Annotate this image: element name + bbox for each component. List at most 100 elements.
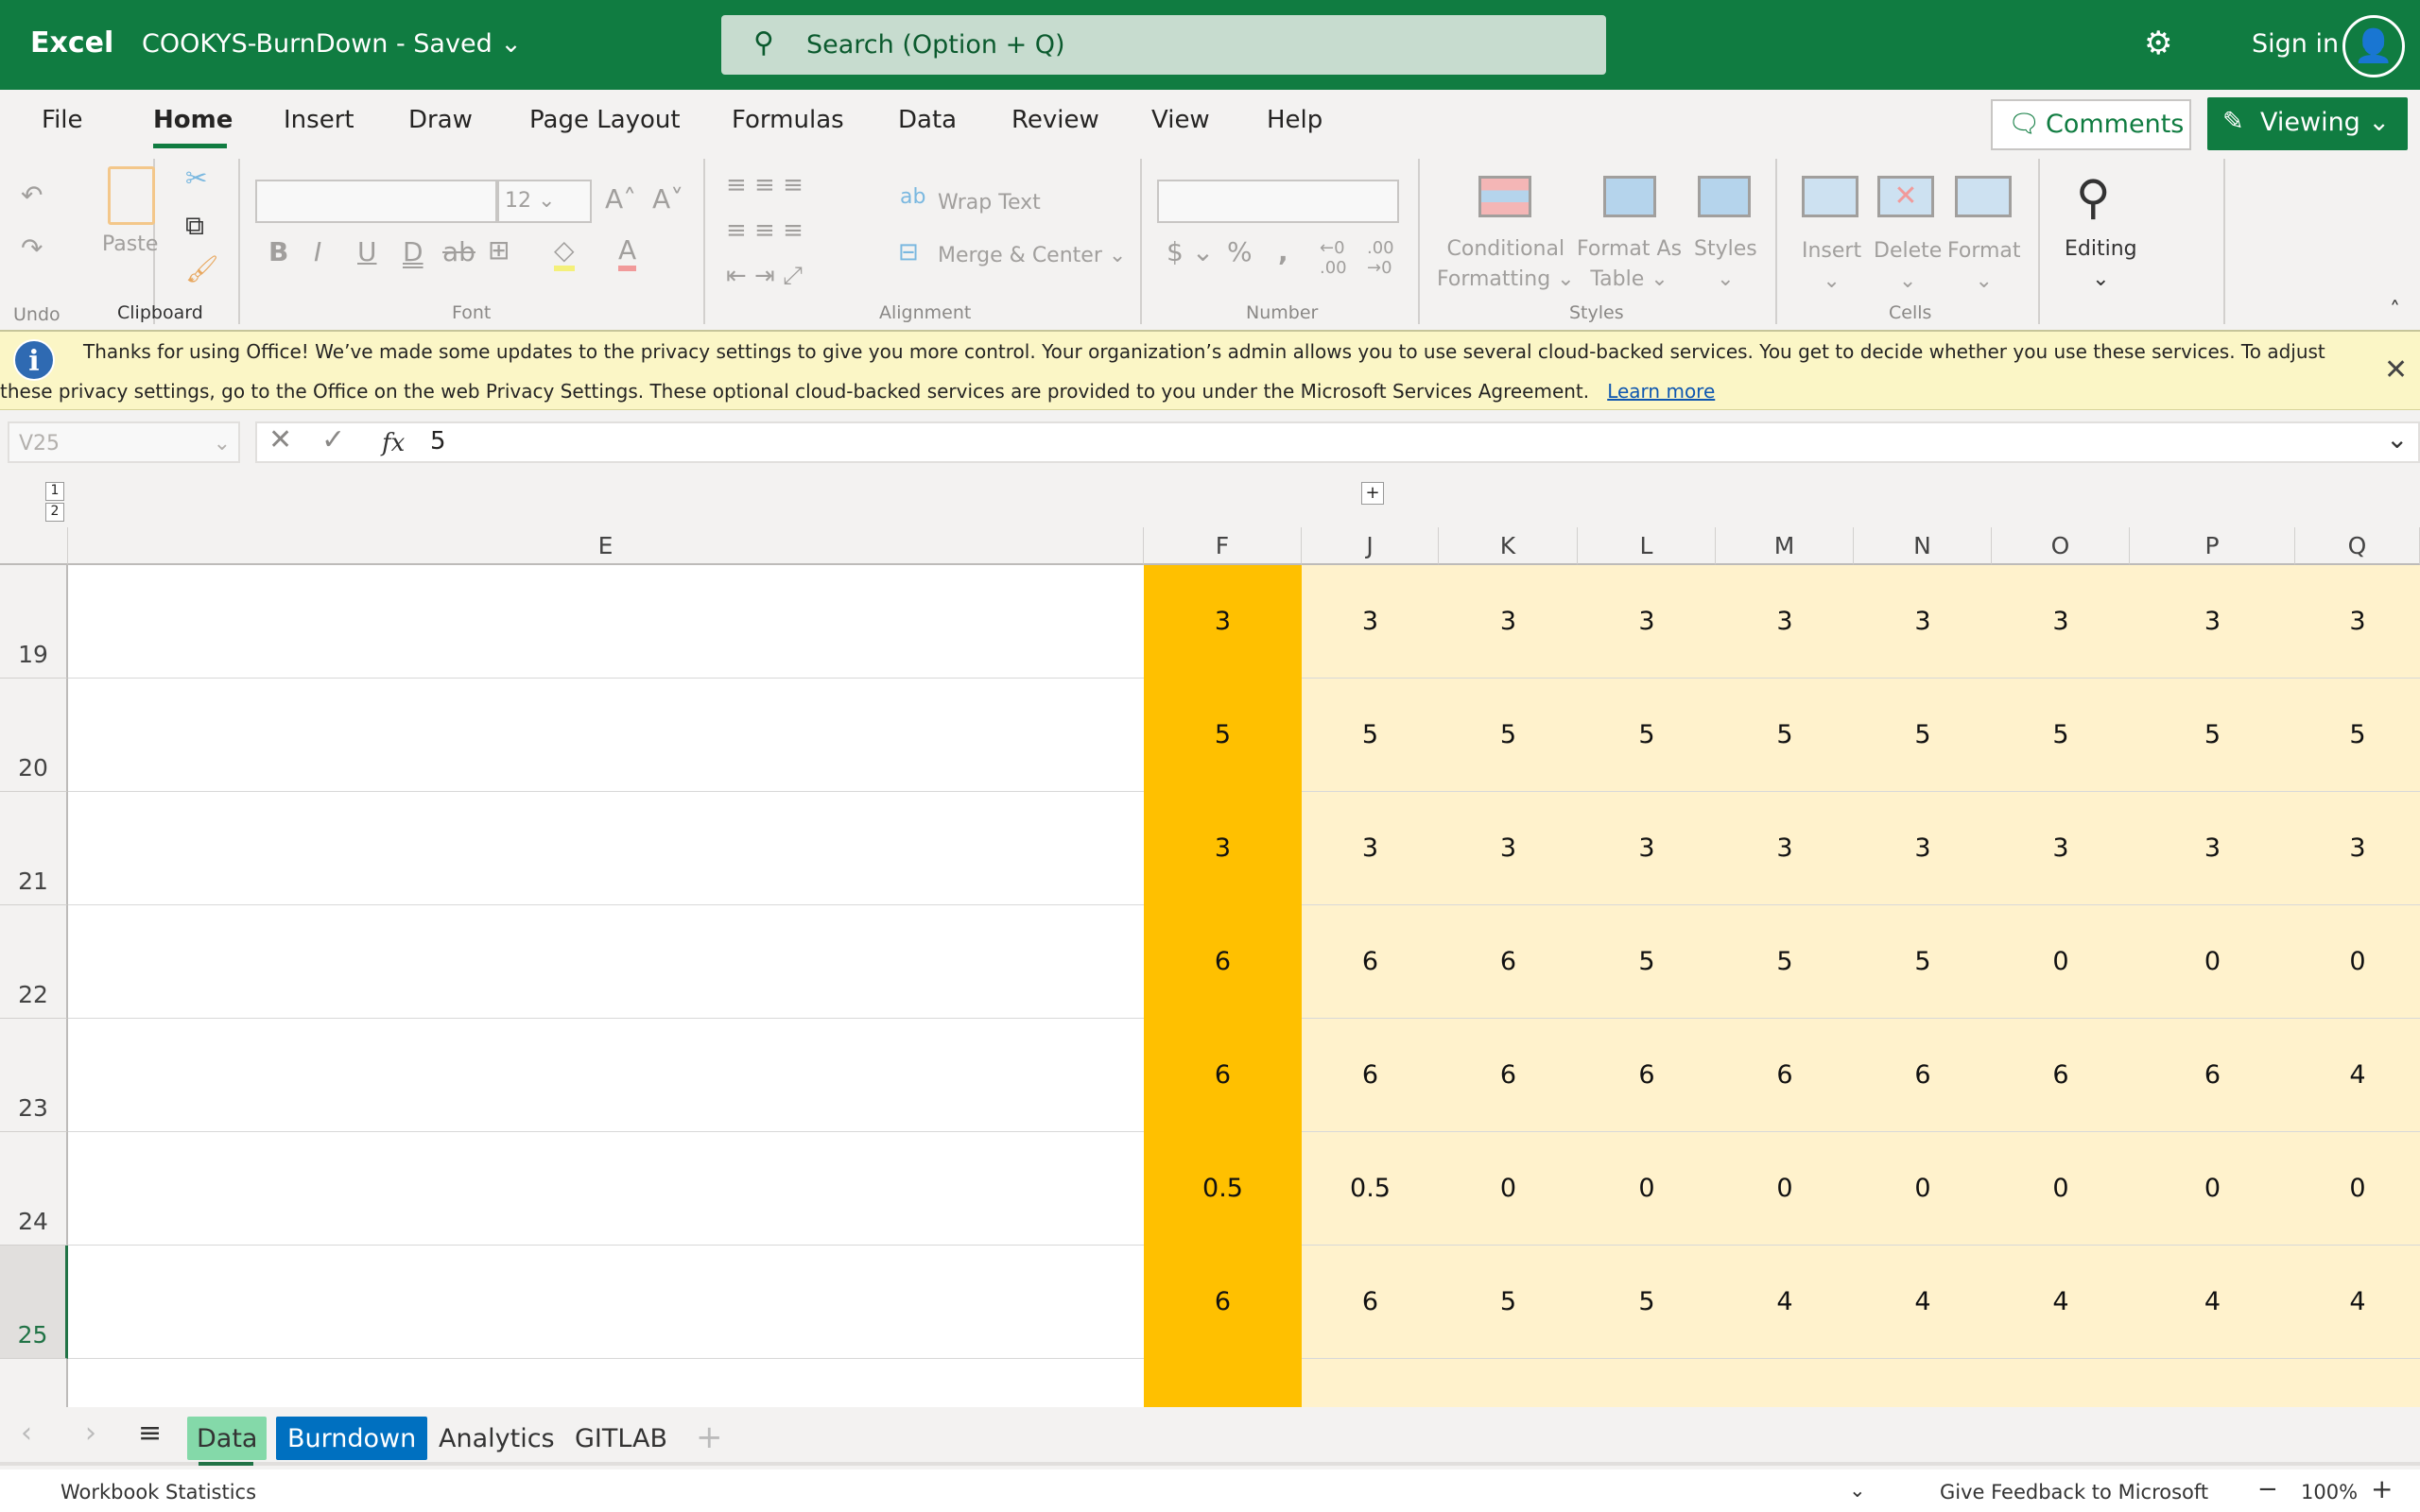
column-header-l[interactable]: L	[1578, 527, 1716, 565]
cell-j24[interactable]: 0.5	[1302, 1132, 1439, 1246]
viewing-mode-button[interactable]: ✎ Viewing ⌄	[2207, 97, 2408, 150]
column-header-k[interactable]: K	[1439, 527, 1578, 565]
sheet-tab-burndown[interactable]: Burndown	[276, 1417, 428, 1460]
wrap-text-button[interactable]: Wrap Text	[938, 191, 1041, 215]
avatar-icon[interactable]: 👤	[2342, 15, 2405, 77]
cell-p22[interactable]: 0	[2130, 905, 2295, 1019]
sheet-tab-analytics[interactable]: Analytics	[429, 1417, 564, 1460]
column-header-e[interactable]: E	[68, 527, 1144, 565]
cell-l23[interactable]: 6	[1578, 1019, 1716, 1132]
cell-j21[interactable]: 3	[1302, 792, 1439, 905]
cell-o24[interactable]: 0	[1992, 1132, 2130, 1246]
fill-color-icon[interactable]: ◇	[554, 234, 575, 271]
cell-l[interactable]	[1578, 1359, 1716, 1407]
cell-o23[interactable]: 6	[1992, 1019, 2130, 1132]
search-box[interactable]: ⚲ Search (Option + Q)	[721, 15, 1606, 75]
cell-styles-icon[interactable]	[1698, 176, 1751, 217]
format-as-table-button[interactable]: Format As Table ⌄	[1577, 234, 1682, 295]
zoom-in-icon[interactable]: +	[2371, 1473, 2393, 1504]
insert-button[interactable]: Insert ⌄	[1802, 236, 1861, 297]
cell-o22[interactable]: 0	[1992, 905, 2130, 1019]
cell-k21[interactable]: 3	[1439, 792, 1578, 905]
number-format-dropdown[interactable]	[1157, 180, 1399, 223]
cell-q[interactable]	[2295, 1359, 2420, 1407]
row-header[interactable]: 22	[0, 905, 68, 1019]
cell-k25[interactable]: 5	[1439, 1246, 1578, 1359]
increase-font-icon[interactable]: A˄	[605, 183, 636, 215]
cell-k22[interactable]: 6	[1439, 905, 1578, 1019]
cell-p20[interactable]: 5	[2130, 679, 2295, 792]
double-underline-icon[interactable]: D	[403, 236, 424, 267]
cell-j23[interactable]: 6	[1302, 1019, 1439, 1132]
cell-o21[interactable]: 3	[1992, 792, 2130, 905]
italic-icon[interactable]: I	[314, 236, 321, 267]
cell-j22[interactable]: 6	[1302, 905, 1439, 1019]
cell-k24[interactable]: 0	[1439, 1132, 1578, 1246]
cell-q24[interactable]: 0	[2295, 1132, 2420, 1246]
column-header-n[interactable]: N	[1854, 527, 1992, 565]
cell-o19[interactable]: 3	[1992, 565, 2130, 679]
cell-q21[interactable]: 3	[2295, 792, 2420, 905]
currency-icon[interactable]: $ ⌄	[1167, 236, 1214, 267]
cell-n22[interactable]: 5	[1854, 905, 1992, 1019]
workbook-statistics[interactable]: Workbook Statistics	[60, 1481, 256, 1503]
cell-n20[interactable]: 5	[1854, 679, 1992, 792]
cell-m24[interactable]: 0	[1716, 1132, 1854, 1246]
cell-k[interactable]	[1439, 1359, 1578, 1407]
row-header[interactable]: 25	[0, 1246, 68, 1359]
paste-clipboard-icon[interactable]	[108, 166, 155, 225]
percent-icon[interactable]: %	[1227, 236, 1253, 267]
cell-p24[interactable]: 0	[2130, 1132, 2295, 1246]
sign-in-link[interactable]: Sign in	[2252, 29, 2339, 59]
merge-center-icon[interactable]: ⊟	[898, 238, 919, 266]
outline-level-2[interactable]: 2	[45, 503, 64, 522]
delete-button[interactable]: Delete ⌄	[1874, 236, 1942, 297]
cell-m23[interactable]: 6	[1716, 1019, 1854, 1132]
cell-n21[interactable]: 3	[1854, 792, 1992, 905]
cell-j20[interactable]: 5	[1302, 679, 1439, 792]
tab-draw[interactable]: Draw	[408, 106, 473, 134]
sheet-tab-gitlab[interactable]: GITLAB	[565, 1417, 677, 1460]
chevron-down-icon[interactable]: ⌄	[1849, 1479, 1866, 1502]
insert-cells-icon[interactable]	[1802, 176, 1858, 217]
cell-q20[interactable]: 5	[2295, 679, 2420, 792]
document-title[interactable]: COOKYS-BurnDown - Saved ⌄	[142, 29, 522, 59]
cell-p[interactable]	[2130, 1359, 2295, 1407]
cell-q25[interactable]: 4	[2295, 1246, 2420, 1359]
conditional-formatting-button[interactable]: Conditional Formatting ⌄	[1437, 234, 1575, 295]
cell-f19[interactable]: 3	[1144, 565, 1302, 679]
wrap-text-icon[interactable]: ab	[900, 185, 925, 209]
scroll-tabs-left-icon[interactable]: ‹	[21, 1417, 32, 1450]
tab-insert[interactable]: Insert	[284, 106, 354, 134]
tab-file[interactable]: File	[42, 106, 83, 134]
tab-page-layout[interactable]: Page Layout	[529, 106, 681, 134]
column-header-j[interactable]: J	[1302, 527, 1439, 565]
tab-formulas[interactable]: Formulas	[732, 106, 844, 134]
feedback-link[interactable]: Give Feedback to Microsoft	[1940, 1481, 2208, 1503]
tab-help[interactable]: Help	[1267, 106, 1322, 134]
comments-button[interactable]: 🗨 Comments	[1991, 99, 2191, 150]
bold-icon[interactable]: B	[268, 236, 288, 267]
close-icon[interactable]: ✕	[2384, 351, 2408, 390]
alignment-icons[interactable]: ≡ ≡ ≡ ≡ ≡ ≡ ⇤ ⇥ ⤢	[726, 163, 804, 299]
collapse-ribbon-icon[interactable]: ˄	[2390, 299, 2400, 322]
formula-input[interactable]: 5	[430, 421, 446, 455]
cell-l20[interactable]: 5	[1578, 679, 1716, 792]
cell-e[interactable]	[68, 1359, 1144, 1407]
cell-l25[interactable]: 5	[1578, 1246, 1716, 1359]
cell-e24[interactable]	[68, 1132, 1144, 1246]
row-header[interactable]: 23	[0, 1019, 68, 1132]
column-header-f[interactable]: F	[1144, 527, 1302, 565]
cell-e23[interactable]	[68, 1019, 1144, 1132]
strikethrough-icon[interactable]: ab	[442, 236, 475, 267]
cell-f20[interactable]: 5	[1144, 679, 1302, 792]
cell-n19[interactable]: 3	[1854, 565, 1992, 679]
decrease-decimal-icon[interactable]: .00 →0	[1367, 238, 1394, 278]
cell-m19[interactable]: 3	[1716, 565, 1854, 679]
redo-icon[interactable]: ↷	[21, 232, 43, 264]
increase-decimal-icon[interactable]: ←0.00	[1320, 238, 1347, 278]
font-size-dropdown[interactable]: 12 ⌄	[497, 180, 592, 223]
zoom-out-icon[interactable]: −	[2257, 1475, 2278, 1503]
cell-m[interactable]	[1716, 1359, 1854, 1407]
insert-function-button[interactable]: fx	[382, 429, 405, 457]
